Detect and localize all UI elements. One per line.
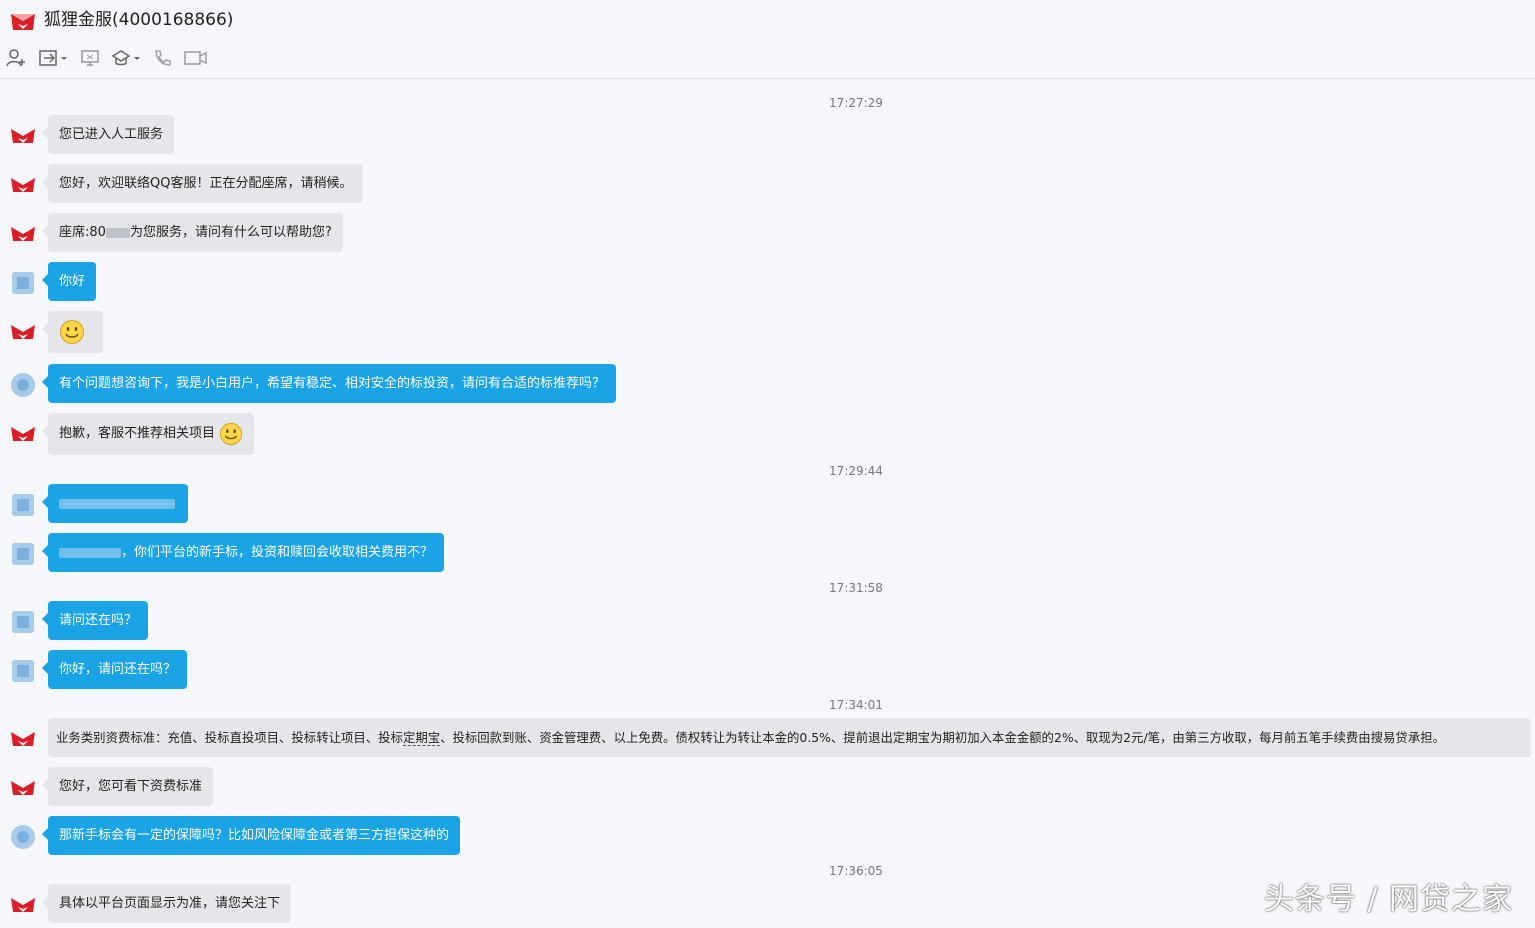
fox-logo-icon [11, 14, 35, 30]
user-avatar-icon [12, 272, 34, 294]
redacted-seat-id [105, 227, 130, 238]
video-icon [184, 51, 207, 65]
timestamp: 17:36:05 [829, 864, 883, 878]
video-call-button[interactable] [184, 47, 208, 69]
message-bubble: 那新手标会有一定的保障吗？比如风险保障金或者第三方担保这种的 [41, 816, 461, 855]
message-bubble: 请问还在吗？ [41, 601, 149, 640]
agent-avatar-icon [11, 898, 35, 912]
message-text: ，你们平台的新手标，投资和赎回会收取相关费用不？ [121, 545, 434, 560]
phone-button[interactable] [152, 47, 172, 69]
message-bubble: 抱歉，客服不推荐相关项目 [41, 413, 255, 455]
message-bubble: 具体以平台页面显示为准，请您关注下 [41, 884, 292, 923]
user-avatar-icon [12, 543, 34, 565]
user-avatar-icon [12, 494, 34, 516]
timestamp: 17:34:01 [829, 698, 883, 712]
message-text: 有个问题想咨询下，我是小白用户，希望有稳定、相对安全的标投资，请问有合适的标推荐… [59, 376, 606, 391]
add-contact-icon [6, 49, 25, 67]
agent-avatar-icon [11, 325, 35, 339]
message-bubble: ，你们平台的新手标，投资和赎回会收取相关费用不？ [41, 533, 445, 572]
redacted-text [59, 498, 175, 509]
message-bubble [42, 484, 188, 523]
agent-avatar-icon [11, 227, 35, 241]
smiley-emoji-icon [60, 319, 84, 344]
message-text-part: 业务类别资费标准：充值、投标直投项目、投标转让项目、投标 [56, 730, 403, 745]
window-title: 狐狸金服(4000168866) [44, 10, 234, 30]
screen-share-icon [81, 50, 99, 66]
message-text-part: 、投标回款到账、资金管理费、以上免费。债权转让为转让本金的0.5%、提前退出定期… [440, 730, 1445, 745]
agent-avatar-icon [11, 427, 35, 441]
timestamp: 17:29:44 [829, 464, 883, 478]
chat-header: 狐狸金服(4000168866) [0, 0, 1535, 79]
transfer-button[interactable] [38, 47, 68, 69]
user-avatar-icon [12, 611, 34, 633]
message-bubble: 你好，请问还在吗？ [41, 650, 188, 689]
message-text: 那新手标会有一定的保障吗？比如风险保障金或者第三方担保这种的 [59, 828, 450, 843]
chat-history[interactable]: 17:27:29 您已进入人工服务 您好，欢迎联络QQ客服！正在分配座席，请稍候… [0, 79, 1535, 928]
phone-icon [155, 50, 171, 66]
screen-share-button[interactable] [80, 47, 100, 69]
agent-avatar-icon [11, 178, 35, 192]
agent-avatar-icon [11, 781, 35, 795]
message-text: 您已进入人工服务 [59, 127, 164, 142]
message-text-suffix: 为您服务，请问有什么可以帮助您? [129, 225, 332, 240]
transfer-icon [39, 50, 67, 66]
message-text: 抱歉，客服不推荐相关项目 [59, 426, 216, 441]
user-avatar-icon [11, 825, 35, 849]
user-avatar-icon [11, 373, 35, 397]
add-contact-button[interactable] [6, 47, 28, 69]
message-text: 你好 [59, 274, 86, 289]
message-text: 您好，您可看下资费标准 [59, 779, 203, 794]
service-rating-icon [111, 50, 140, 66]
service-rating-button[interactable] [110, 47, 142, 69]
user-avatar-icon [12, 660, 34, 682]
message-bubble: 你好 [41, 262, 97, 301]
message-bubble: 您好，欢迎联络QQ客服！正在分配座席，请稍候。 [41, 164, 364, 203]
redacted-text [59, 547, 121, 558]
agent-avatar-icon [11, 129, 35, 143]
message-bubble: 有个问题想咨询下，我是小白用户，希望有稳定、相对安全的标投资，请问有合适的标推荐… [41, 364, 617, 403]
message-text-prefix: 座席:80 [59, 225, 106, 240]
watermark: 头条号 / 网贷之家 [1263, 882, 1513, 917]
message-text: 具体以平台页面显示为准，请您关注下 [59, 896, 281, 911]
message-bubble: 业务类别资费标准：充值、投标直投项目、投标转让项目、投标定期宝、投标回款到账、资… [48, 718, 1531, 757]
message-bubble: 您已进入人工服务 [41, 115, 175, 154]
message-text: 您好，欢迎联络QQ客服！正在分配座席，请稍候。 [59, 176, 353, 191]
message-text: 请问还在吗？ [59, 613, 138, 628]
message-bubble: 座席:80 为您服务，请问有什么可以帮助您? [42, 213, 343, 252]
message-bubble [42, 311, 103, 353]
message-text: 你好，请问还在吗？ [59, 662, 177, 677]
timestamp: 17:27:29 [829, 96, 883, 110]
smiley-emoji-icon [220, 422, 243, 445]
agent-avatar-icon [11, 732, 35, 746]
message-bubble: 您好，您可看下资费标准 [41, 767, 214, 806]
timestamp: 17:31:58 [829, 581, 883, 595]
message-text-link[interactable]: 定期宝 [402, 730, 441, 746]
